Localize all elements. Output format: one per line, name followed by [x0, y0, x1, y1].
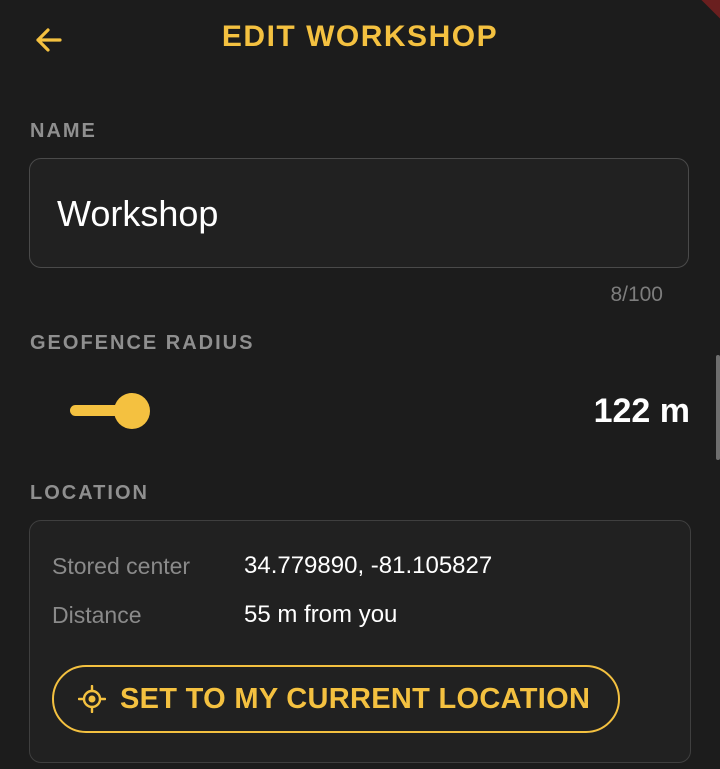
distance-label: Distance: [52, 602, 142, 628]
scrollbar[interactable]: [716, 355, 720, 460]
page-title: EDIT WORKSHOP: [221, 20, 499, 53]
location-card: Stored center 34.779890, -81.105827 Dist…: [29, 520, 691, 763]
radius-value: 122 m: [593, 392, 690, 430]
radius-slider[interactable]: [70, 390, 550, 432]
gps-target-icon: [78, 685, 106, 713]
stored-center-value: 34.779890, -81.105827: [244, 552, 493, 579]
character-counter: 8/100: [610, 283, 663, 306]
edit-workshop-screen: EDIT WORKSHOP NAME 8/100 GEOFENCE RADIUS…: [0, 0, 720, 769]
name-input[interactable]: [57, 189, 657, 239]
distance-value: 55 m from you: [244, 601, 398, 628]
location-section-label: LOCATION: [30, 482, 149, 504]
set-current-location-button[interactable]: SET TO MY CURRENT LOCATION: [52, 665, 620, 733]
stored-center-label: Stored center: [52, 553, 191, 579]
name-field[interactable]: [29, 158, 689, 268]
set-current-location-label: SET TO MY CURRENT LOCATION: [120, 682, 591, 715]
name-section-label: NAME: [30, 120, 97, 142]
radius-section-label: GEOFENCE RADIUS: [30, 332, 255, 354]
slider-thumb[interactable]: [114, 393, 151, 429]
app-bar: EDIT WORKSHOP: [0, 0, 720, 78]
